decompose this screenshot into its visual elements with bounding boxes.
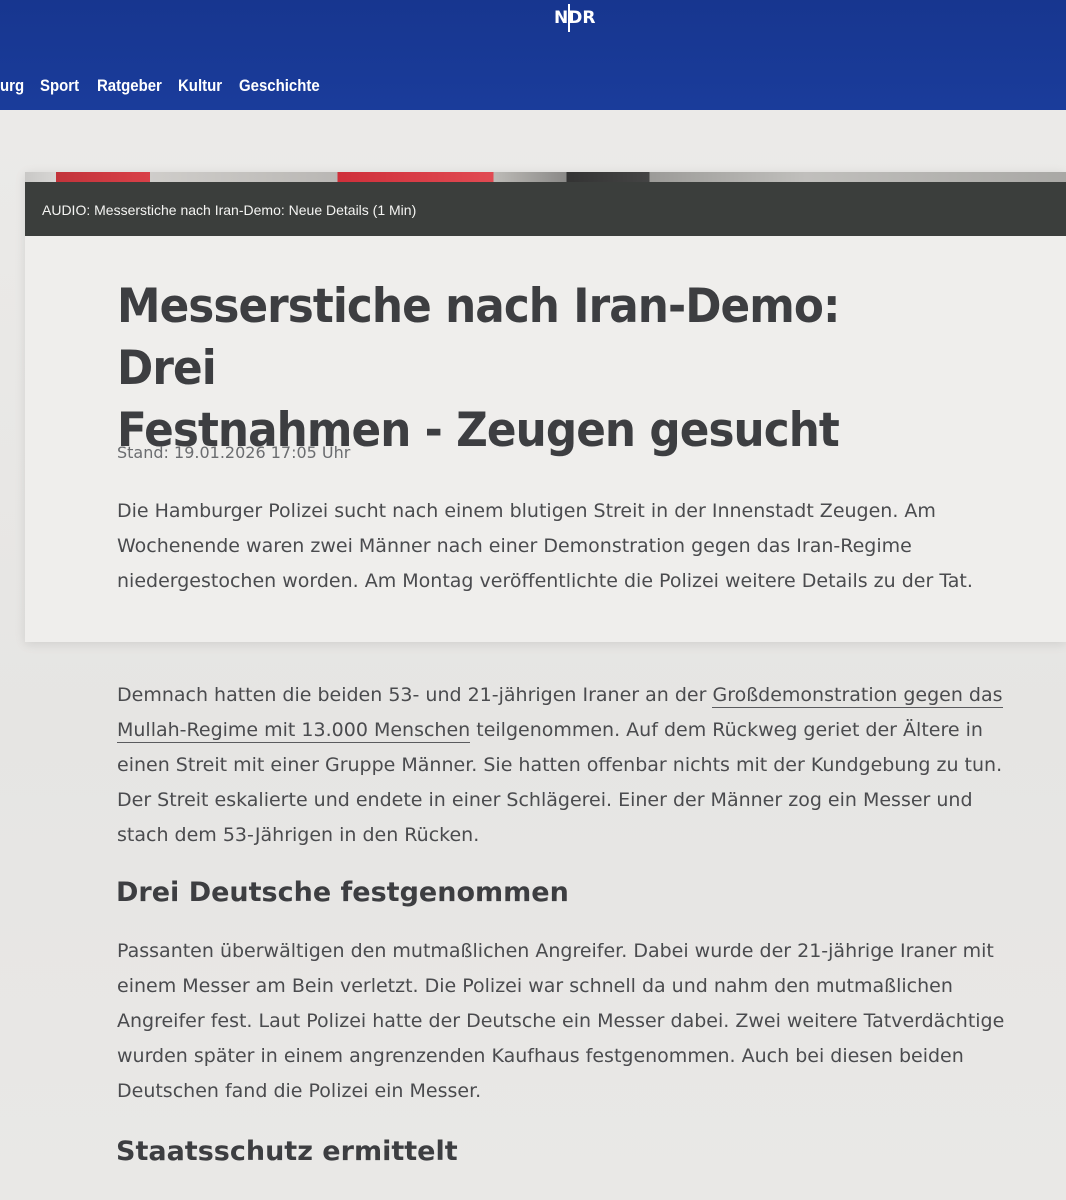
logo-divider — [568, 4, 570, 32]
article-title: Messerstiche nach Iran-Demo: Drei Festna… — [117, 276, 935, 462]
article-paragraph: Demnach hatten die beiden 53- und 21-jäh… — [117, 678, 1017, 853]
article-teaser-card: AUDIO: Messerstiche nach Iran-Demo: Neue… — [25, 172, 1066, 642]
paragraph-text: Demnach hatten die beiden 53- und 21-jäh… — [117, 684, 713, 706]
nav-item-hamburg[interactable]: urg — [0, 76, 24, 96]
audio-label[interactable]: AUDIO: Messerstiche nach Iran-Demo: Neue… — [42, 202, 416, 218]
media-image-strip[interactable] — [25, 172, 1066, 182]
page: NDR urg Sport Ratgeber Kultur Geschichte… — [0, 0, 1066, 1200]
ndr-logo[interactable]: NDR — [554, 8, 595, 28]
article-lead: Die Hamburger Polizei sucht nach einem b… — [117, 500, 973, 592]
audio-bar[interactable]: AUDIO: Messerstiche nach Iran-Demo: Neue… — [25, 182, 1066, 236]
site-header: NDR urg Sport Ratgeber Kultur Geschichte — [0, 0, 1066, 110]
title-line-1: Messerstiche nach Iran-Demo: Drei — [117, 279, 840, 396]
nav-item-ratgeber[interactable]: Ratgeber — [97, 76, 162, 96]
section-heading: Staatsschutz ermittelt — [116, 1136, 458, 1167]
section-heading: Drei Deutsche festgenommen — [116, 877, 569, 908]
article-paragraph: Passanten überwältigen den mutmaßlichen … — [117, 940, 1005, 1102]
article-timestamp: Stand: 19.01.2026 17:05 Uhr — [117, 443, 351, 462]
nav-item-geschichte[interactable]: Geschichte — [239, 76, 320, 96]
nav-item-kultur[interactable]: Kultur — [178, 76, 222, 96]
nav-item-sport[interactable]: Sport — [40, 76, 79, 96]
